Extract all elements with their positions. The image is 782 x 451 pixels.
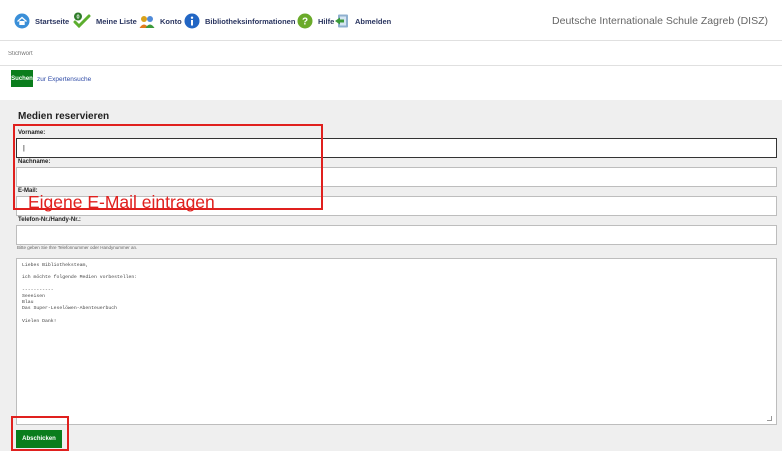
message-text: Liebes Bibliotheksteam, ich möchte folge… xyxy=(22,263,138,324)
annotation-highlight-submit xyxy=(11,416,69,451)
school-name: Deutsche Internationale Schule Zagreb (D… xyxy=(552,15,768,27)
phone-field[interactable] xyxy=(16,225,777,245)
list-check-icon: 0 xyxy=(73,12,91,30)
svg-text:?: ? xyxy=(302,17,308,28)
nav-konto[interactable]: Konto xyxy=(139,12,182,30)
nav-label: Hilfe xyxy=(318,16,335,26)
nav-meine-liste[interactable]: 0 Meine Liste xyxy=(73,12,137,30)
expert-search-link[interactable]: zur Expertensuche xyxy=(37,76,91,83)
nav-label: Startseite xyxy=(35,16,70,26)
list-count-badge: 0 xyxy=(76,15,79,21)
phone-label: Telefon-Nr./Handy-Nr.: xyxy=(18,217,81,223)
nav-startseite[interactable]: Startseite xyxy=(14,12,69,30)
resize-handle[interactable] xyxy=(767,416,772,421)
account-users-icon xyxy=(139,13,155,29)
top-navigation: Startseite 0 Meine Liste Konto Bibliothe… xyxy=(0,0,782,40)
nav-label: Abmelden xyxy=(355,16,392,26)
nav-label: Bibliotheksinformationen xyxy=(205,16,296,26)
nav-hilfe[interactable]: ? Hilfe xyxy=(297,12,334,30)
phone-hint: Bitte geben Sie Ihre Telefonnummer oder … xyxy=(17,245,138,250)
search-button[interactable]: Suchen xyxy=(11,70,33,87)
annotation-label: Eigene E-Mail eintragen xyxy=(28,192,215,212)
nav-bibliotheksinformationen[interactable]: Bibliotheksinformationen xyxy=(184,12,295,30)
help-icon: ? xyxy=(297,13,313,29)
nav-label: Meine Liste xyxy=(96,16,137,26)
keyword-search-input[interactable] xyxy=(8,45,608,63)
page-title: Medien reservieren xyxy=(18,111,110,122)
home-icon xyxy=(14,13,30,29)
search-bar xyxy=(0,40,782,66)
nav-abmelden[interactable]: Abmelden xyxy=(334,12,391,30)
search-actions xyxy=(0,66,782,94)
message-textarea[interactable]: Liebes Bibliotheksteam, ich möchte folge… xyxy=(16,258,777,425)
nav-label: Konto xyxy=(160,16,182,26)
logout-icon xyxy=(334,13,350,29)
info-icon xyxy=(184,13,200,29)
